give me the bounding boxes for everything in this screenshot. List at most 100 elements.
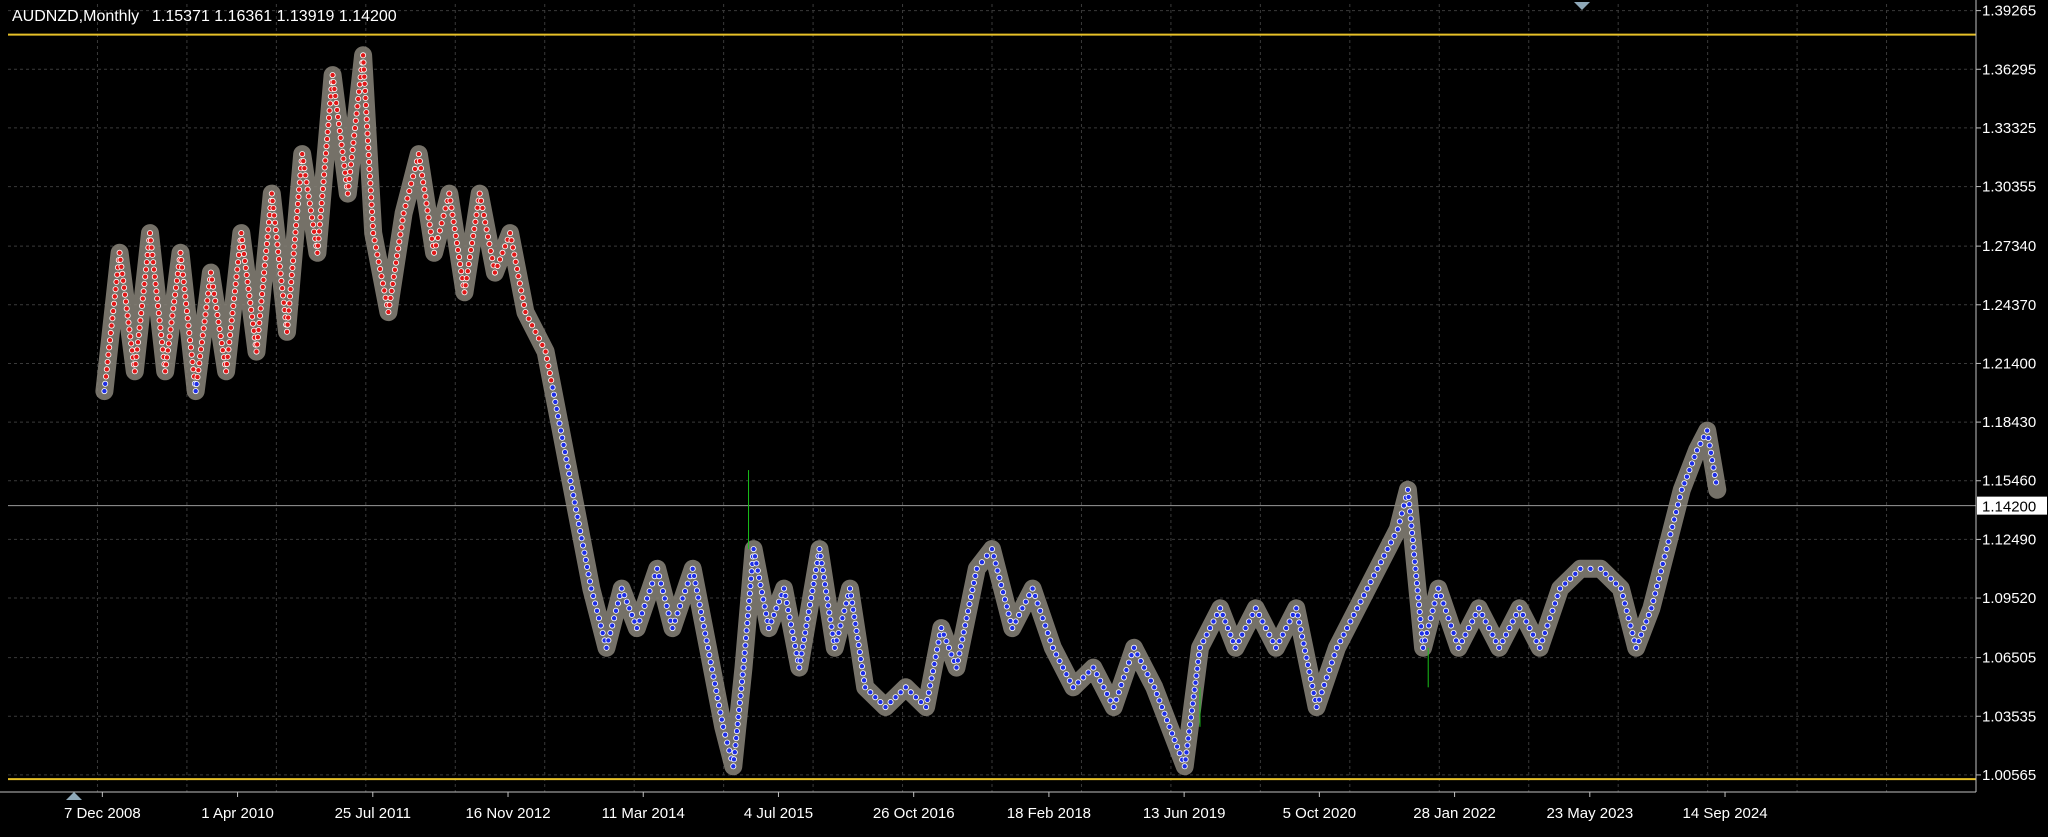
price-dot (478, 197, 485, 204)
y-tick-label: 1.39265 (1982, 3, 2036, 20)
price-dot (672, 617, 679, 624)
price-dot (1164, 717, 1171, 724)
price-dot (116, 249, 123, 256)
price-dot (924, 696, 931, 703)
price-dot (735, 714, 742, 721)
price-dot (427, 228, 434, 235)
price-dot (232, 280, 239, 287)
price-dot (1022, 598, 1029, 605)
price-dot (263, 247, 270, 254)
price-dot (646, 588, 653, 595)
price-dot (1597, 565, 1604, 572)
price-dot (1286, 618, 1293, 625)
price-dot (192, 388, 199, 395)
price-dot (1667, 531, 1674, 538)
price-dot (1404, 486, 1411, 493)
price-dot (112, 286, 119, 293)
price-dot (636, 617, 643, 624)
price-dot (199, 332, 206, 339)
price-dot (1273, 644, 1280, 651)
price-dot (453, 239, 460, 246)
price-dot (716, 702, 723, 709)
price-dot (954, 657, 961, 664)
chart-area[interactable]: 1.39265 1.36295 1.33325 1.30355 1.27340 1.243… (0, 0, 2048, 832)
price-dot (953, 664, 960, 671)
price-dot (118, 263, 125, 270)
price-dot (469, 239, 476, 246)
price-dot (853, 627, 860, 634)
price-dot (350, 139, 357, 146)
price-dot (810, 580, 817, 587)
y-tick-label: 1.24370 (1982, 297, 2036, 314)
price-dot (1158, 704, 1165, 711)
price-dot (1229, 638, 1236, 645)
price-dot (261, 269, 268, 276)
price-dot (1459, 638, 1466, 645)
price-dot (1409, 537, 1416, 544)
price-dot (822, 581, 829, 588)
price-dot (1297, 626, 1304, 633)
price-dot (737, 692, 744, 699)
price-dot (1318, 689, 1325, 696)
price-dot (847, 585, 854, 592)
price-dot (194, 374, 201, 381)
price-dot (302, 172, 309, 179)
price-dot (183, 308, 190, 315)
price-dot (556, 420, 563, 427)
price-dot (394, 252, 401, 259)
x-tick-label: 13 Jun 2019 (1143, 805, 1226, 822)
price-dot (674, 610, 681, 617)
price-dot (249, 313, 256, 320)
price-dot (663, 602, 670, 609)
price-dot (1222, 618, 1229, 625)
price-dot (321, 171, 328, 178)
price-dot (1645, 611, 1652, 618)
price-dot (808, 594, 815, 601)
price-dot (698, 608, 705, 615)
price-dot (138, 302, 145, 309)
price-dot (580, 542, 587, 549)
price-dot (862, 684, 869, 691)
price-dot (851, 613, 858, 620)
price-dot (345, 183, 352, 190)
price-dot (732, 742, 739, 749)
price-dot (256, 319, 263, 326)
price-dot (805, 608, 812, 615)
price-dot (1300, 640, 1307, 647)
price-dot (858, 663, 865, 670)
price-dot (1409, 529, 1416, 536)
price-dot (1181, 763, 1188, 770)
price-dot (699, 616, 706, 623)
price-dot (1496, 644, 1503, 651)
price-dot (746, 597, 753, 604)
price-dot (963, 615, 970, 622)
price-dot (584, 564, 591, 571)
price-dot (960, 629, 967, 636)
price-dot (295, 193, 302, 200)
price-dot (257, 305, 264, 312)
price-dot (1469, 618, 1476, 625)
price-dot (318, 200, 325, 207)
price-dot (168, 319, 175, 326)
price-dot (1171, 737, 1178, 744)
price-dot (273, 234, 280, 241)
price-dot (1207, 625, 1214, 632)
price-dot (902, 684, 909, 691)
price-dot (143, 259, 150, 266)
price-dot (837, 622, 844, 629)
price-dot (158, 331, 165, 338)
price-chart[interactable]: 1.39265 1.36295 1.33325 1.30355 1.27340 1.243… (0, 0, 2048, 832)
price-dot (626, 605, 633, 612)
price-dot (1619, 593, 1626, 600)
price-dot (244, 278, 251, 285)
price-dot (186, 329, 193, 336)
price-dot (187, 337, 194, 344)
price-dot (1293, 605, 1300, 612)
price-dot (1032, 593, 1039, 600)
price-dot (1437, 593, 1444, 600)
price-dot (167, 326, 174, 333)
price-dot (965, 608, 972, 615)
price-dot (245, 285, 252, 292)
price-dot (692, 580, 699, 587)
price-dot (1224, 625, 1231, 632)
